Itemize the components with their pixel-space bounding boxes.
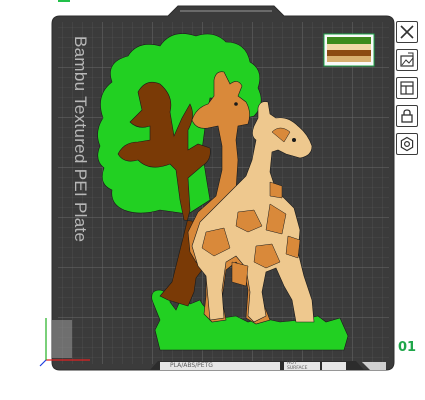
z-axis: [39, 359, 47, 367]
build-plate-scene: [39, 0, 395, 371]
arrange-icon: [400, 81, 414, 95]
plate-symbols: [322, 362, 346, 370]
close-icon: [400, 25, 414, 39]
plate-settings-button[interactable]: [396, 133, 418, 155]
edit-plate-button[interactable]: [396, 49, 418, 71]
lock-plate-button[interactable]: [396, 105, 418, 127]
hot-surface-label: HOT SURFACE: [287, 361, 308, 371]
arrange-plate-button[interactable]: [396, 77, 418, 99]
plate-number[interactable]: 01: [398, 340, 416, 355]
plate-thumbnail: [323, 33, 375, 67]
top-indicator: [58, 0, 70, 2]
close-plate-button[interactable]: [396, 21, 418, 43]
lock-icon: [401, 109, 413, 123]
plate-title: Bambu Textured PEI Plate: [71, 36, 90, 243]
origin-marker: [52, 320, 72, 358]
filament-type-label: PLA/ABS/PETG: [170, 362, 213, 369]
settings-icon: [400, 136, 414, 152]
edit-plate-icon: [400, 52, 414, 67]
